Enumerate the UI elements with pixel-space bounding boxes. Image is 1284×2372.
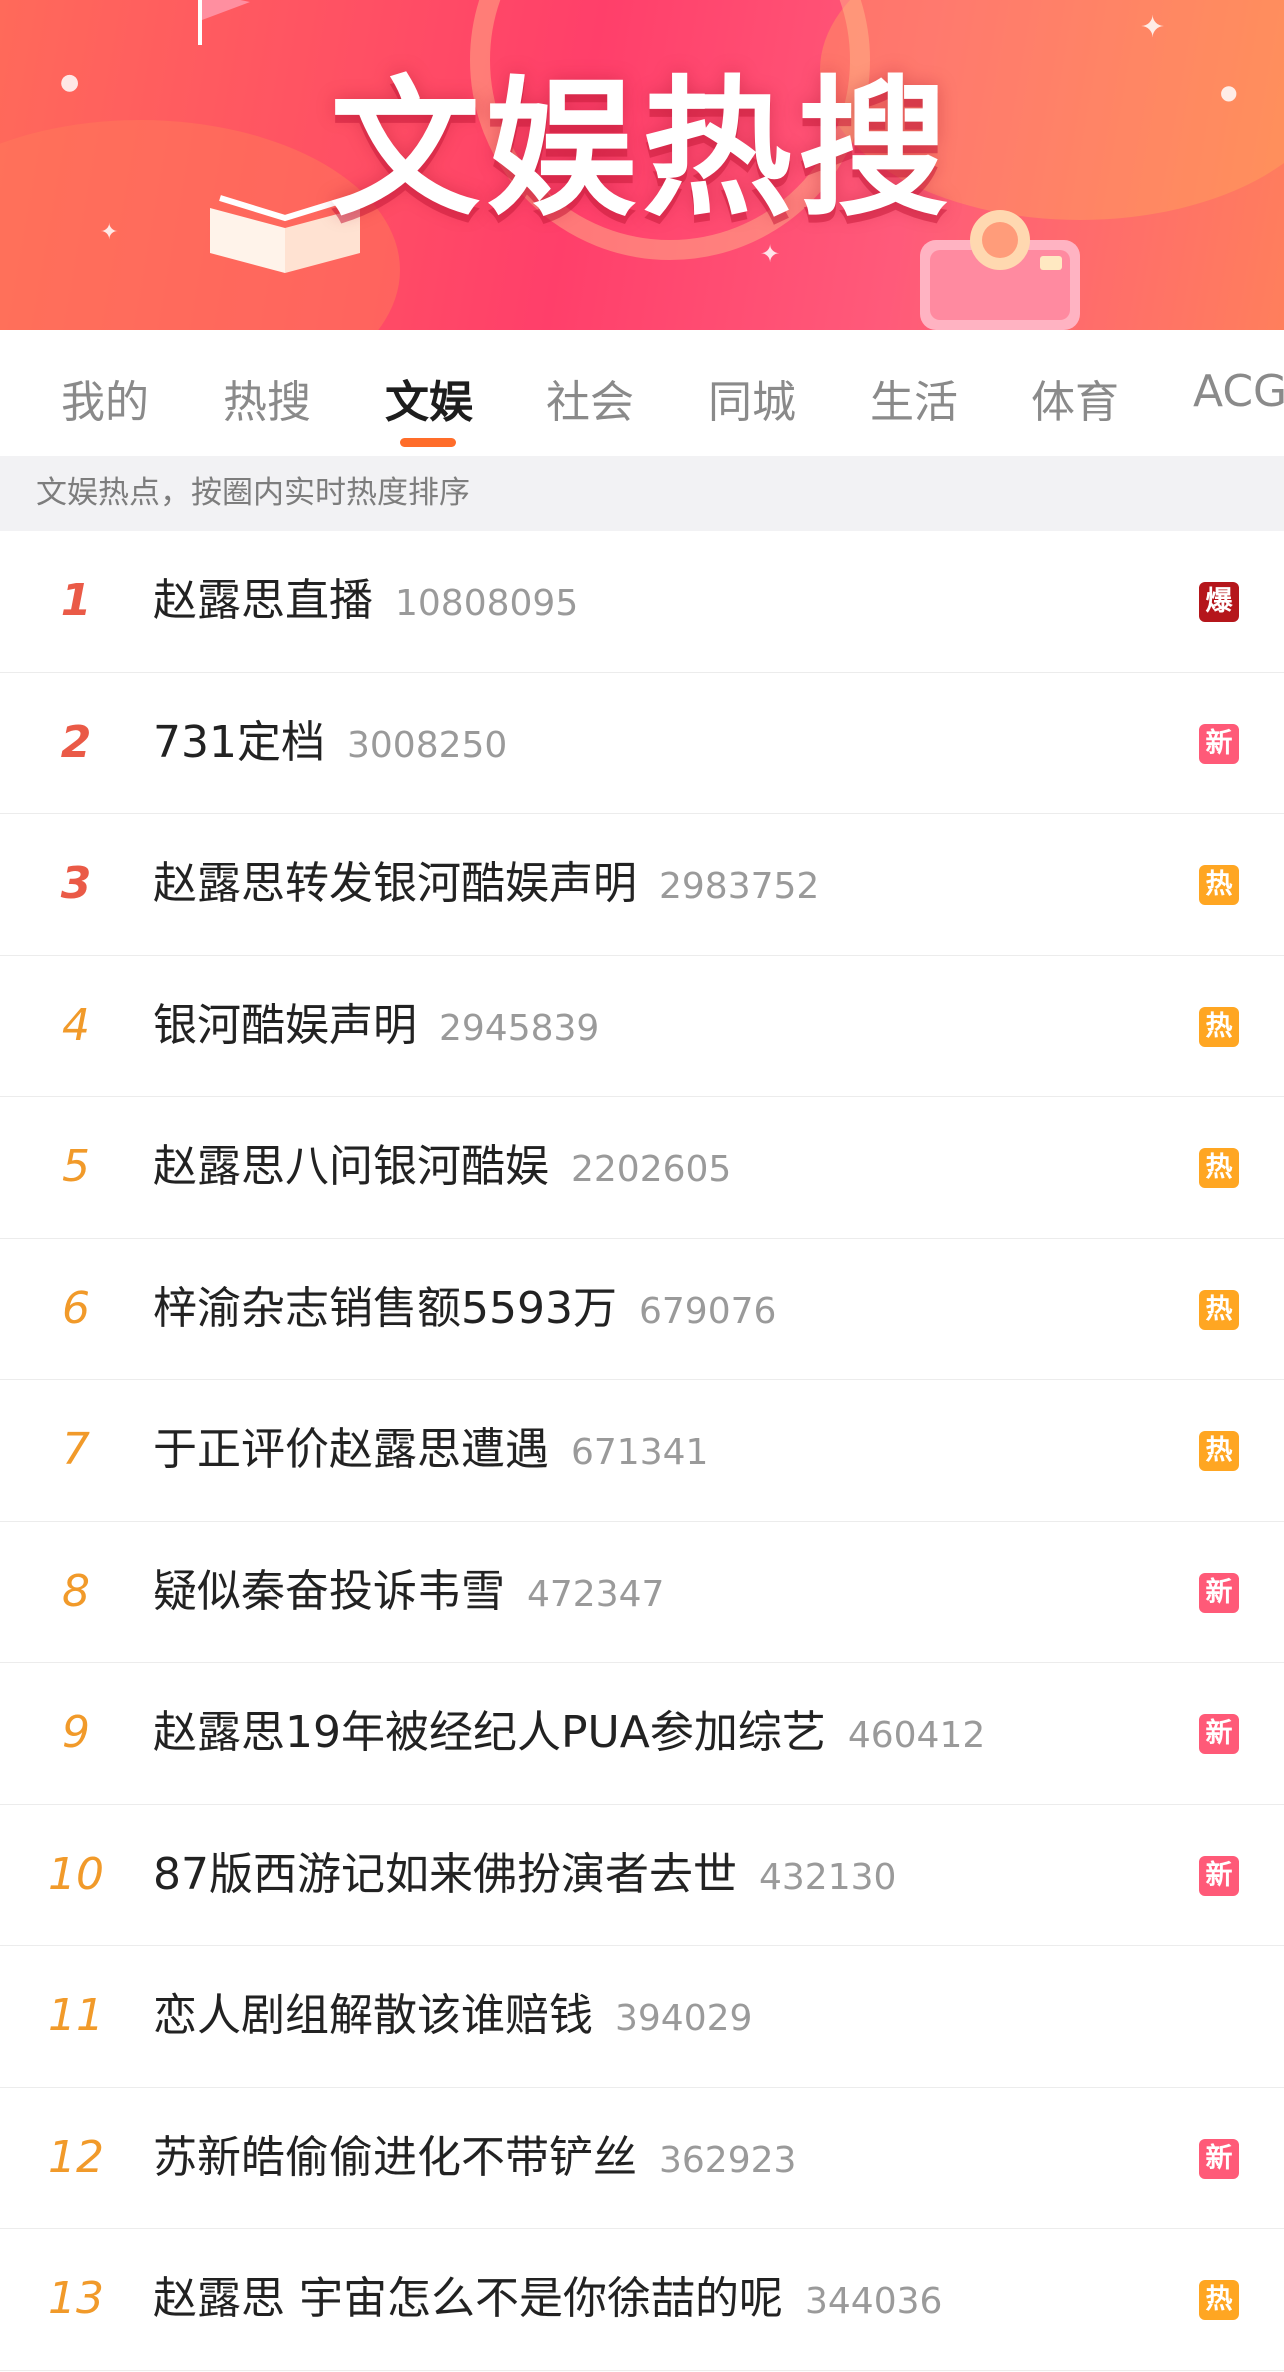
rank-number: 11 (48, 1990, 104, 2041)
hot-search-list: 1 赵露思直播 10808095 爆 2 731定档 3008250 新 3 赵露思转发银河酷娱声… (0, 531, 1284, 2371)
topic-title-group[interactable]: 赵露思 宇宙怎么不是你徐喆的呢 344036 (153, 2229, 942, 2372)
rank-number: 4 (62, 999, 90, 1051)
heat-value: 362923 (659, 2139, 797, 2181)
status-badge: 新 (1199, 2138, 1239, 2179)
tab-mine[interactable]: 我的 (61, 366, 149, 430)
topic-title[interactable]: 银河酷娱声明 (153, 1000, 417, 1051)
list-item[interactable]: 10 87版西游记如来佛扮演者去世 432130 新 (0, 1805, 1284, 1948)
list-item[interactable]: 6 梓渝杂志销售额5593万 679076 热 (0, 1239, 1284, 1382)
topic-title[interactable]: 赵露思 宇宙怎么不是你徐喆的呢 (153, 2273, 783, 2324)
heat-value: 679076 (638, 1290, 777, 1332)
hot-search-banner: ✦ ● ✦ ✦ ● 文娱热搜 (0, 0, 1284, 330)
status-badge: 热 (1199, 1148, 1239, 1188)
heat-value: 394029 (615, 1998, 753, 2039)
status-badge: 新 (1199, 723, 1239, 764)
category-tab-bar: 我的 热搜 文娱 社会 同城 生活 体育 ACG (0, 330, 1284, 456)
topic-title[interactable]: 赵露思转发银河酷娱声明 (153, 858, 637, 909)
status-badge: 热 (1199, 2280, 1239, 2320)
heat-value: 671341 (571, 1432, 709, 1473)
list-item[interactable]: 2 731定档 3008250 新 (0, 673, 1284, 816)
list-item[interactable]: 8 疑似秦奋投诉韦雪 472347 新 (0, 1522, 1284, 1665)
tab-acg[interactable]: ACG (1193, 366, 1284, 417)
rank-number: 3 (60, 858, 92, 909)
topic-title-group[interactable]: 于正评价赵露思遭遇 671341 (153, 1380, 708, 1523)
tab-sports[interactable]: 体育 (1031, 366, 1119, 430)
heat-value: 472347 (527, 1573, 665, 1615)
rank-number: 1 (60, 575, 92, 626)
heat-value: 2202605 (571, 1149, 732, 1190)
topic-title[interactable]: 梓渝杂志销售额5593万 (153, 1283, 617, 1334)
rank-number: 2 (60, 716, 92, 768)
status-badge: 热 (1199, 1289, 1239, 1330)
status-badge: 爆 (1199, 582, 1239, 622)
topic-title[interactable]: 731定档 (153, 717, 325, 768)
list-description: 文娱热点，按圈内实时热度排序 (0, 456, 1284, 531)
topic-title[interactable]: 于正评价赵露思遭遇 (153, 1424, 549, 1475)
status-badge: 新 (1199, 1572, 1239, 1613)
rank-number: 7 (62, 1424, 90, 1475)
rank-number: 10 (48, 1848, 104, 1900)
tab-entertainment[interactable]: 文娱 (385, 366, 473, 430)
topic-title-group[interactable]: 赵露思转发银河酷娱声明 2983752 (153, 814, 819, 957)
status-badge: 热 (1199, 1006, 1239, 1047)
topic-title-group[interactable]: 疑似秦奋投诉韦雪 472347 (153, 1522, 664, 1665)
list-item[interactable]: 11 恋人剧组解散该谁赔钱 394029 (0, 1946, 1284, 2088)
rank-number: 5 (62, 1141, 90, 1192)
status-badge: 新 (1199, 1714, 1239, 1754)
status-badge: 热 (1199, 1431, 1239, 1471)
topic-title-group[interactable]: 赵露思直播 10808095 (153, 531, 578, 674)
tab-life[interactable]: 生活 (870, 366, 958, 430)
tab-hot[interactable]: 热搜 (223, 366, 311, 430)
rank-number: 12 (48, 2131, 104, 2183)
heat-value: 10808095 (395, 583, 579, 624)
heat-value: 2945839 (439, 1007, 600, 1049)
topic-title[interactable]: 赵露思直播 (153, 575, 373, 626)
tab-local[interactable]: 同城 (708, 366, 796, 430)
topic-title-group[interactable]: 梓渝杂志销售额5593万 679076 (153, 1239, 776, 1382)
list-item[interactable]: 7 于正评价赵露思遭遇 671341 热 (0, 1380, 1284, 1522)
tab-society[interactable]: 社会 (546, 366, 634, 430)
list-item[interactable]: 13 赵露思 宇宙怎么不是你徐喆的呢 344036 热 (0, 2229, 1284, 2371)
rank-number: 9 (62, 1707, 90, 1758)
heat-value: 2983752 (659, 866, 820, 907)
topic-title-group[interactable]: 赵露思19年被经纪人PUA参加综艺 460412 (153, 1663, 985, 1806)
active-tab-indicator (400, 438, 456, 447)
topic-title[interactable]: 赵露思19年被经纪人PUA参加综艺 (153, 1707, 826, 1758)
topic-title[interactable]: 恋人剧组解散该谁赔钱 (153, 1990, 593, 2041)
list-item[interactable]: 3 赵露思转发银河酷娱声明 2983752 热 (0, 814, 1284, 956)
list-item[interactable]: 5 赵露思八问银河酷娱 2202605 热 (0, 1097, 1284, 1239)
heat-value: 432130 (759, 1856, 897, 1898)
heat-value: 344036 (805, 2281, 943, 2322)
status-badge: 热 (1199, 865, 1239, 905)
topic-title-group[interactable]: 赵露思八问银河酷娱 2202605 (153, 1097, 731, 1240)
list-item[interactable]: 12 苏新皓偷偷进化不带铲丝 362923 新 (0, 2088, 1284, 2231)
list-item[interactable]: 1 赵露思直播 10808095 爆 (0, 531, 1284, 673)
topic-title-group[interactable]: 恋人剧组解散该谁赔钱 394029 (153, 1946, 752, 2089)
topic-title[interactable]: 赵露思八问银河酷娱 (153, 1141, 549, 1192)
heat-value: 3008250 (346, 724, 508, 766)
status-badge: 新 (1199, 1855, 1239, 1896)
list-item[interactable]: 4 银河酷娱声明 2945839 热 (0, 956, 1284, 1099)
rank-number: 13 (48, 2273, 104, 2324)
topic-title-group[interactable]: 87版西游记如来佛扮演者去世 432130 (153, 1805, 896, 1948)
topic-title-group[interactable]: 苏新皓偷偷进化不带铲丝 362923 (153, 2088, 796, 2231)
topic-title[interactable]: 苏新皓偷偷进化不带铲丝 (153, 2132, 637, 2183)
banner-title: 文娱热搜 (329, 63, 954, 237)
rank-number: 8 (62, 1565, 90, 1617)
heat-value: 460412 (847, 1715, 986, 1756)
topic-title-group[interactable]: 731定档 3008250 (153, 673, 507, 816)
topic-title-group[interactable]: 银河酷娱声明 2945839 (153, 956, 599, 1099)
topic-title[interactable]: 疑似秦奋投诉韦雪 (153, 1566, 505, 1617)
rank-number: 6 (62, 1282, 90, 1334)
topic-title[interactable]: 87版西游记如来佛扮演者去世 (153, 1849, 737, 1900)
list-item[interactable]: 9 赵露思19年被经纪人PUA参加综艺 460412 新 (0, 1663, 1284, 1805)
